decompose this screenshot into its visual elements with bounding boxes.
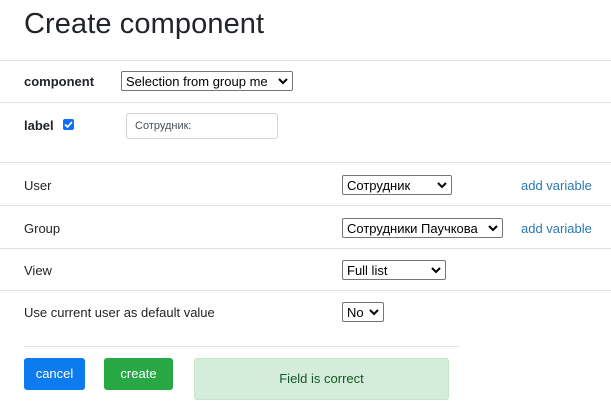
chevron-down-icon	[277, 74, 289, 88]
chevron-down-icon	[436, 178, 448, 192]
divider	[0, 205, 611, 206]
chevron-down-icon	[430, 263, 442, 277]
divider	[0, 60, 611, 61]
cancel-button[interactable]: cancel	[24, 358, 85, 390]
divider	[24, 346, 459, 347]
view-select[interactable]: Full list	[342, 260, 446, 280]
create-button[interactable]: create	[104, 358, 173, 390]
divider	[0, 102, 611, 103]
page-title: Create component	[24, 8, 265, 40]
label-text-input[interactable]: Сотрудник:	[126, 113, 278, 139]
chevron-down-icon	[487, 221, 499, 235]
user-add-variable-link[interactable]: add variable	[521, 178, 592, 193]
divider	[0, 290, 611, 291]
label-label: label	[24, 118, 54, 133]
component-label: component	[24, 74, 95, 89]
divider	[0, 248, 611, 249]
chevron-down-icon	[368, 305, 380, 319]
group-select-value: Сотрудники Паучкова	[347, 221, 478, 236]
status-alert: Field is correct	[194, 358, 449, 400]
label-checkbox[interactable]	[63, 119, 74, 130]
default-value-select-value: No	[347, 305, 364, 320]
view-label: View	[24, 263, 52, 278]
default-value-label: Use current user as default value	[24, 305, 215, 320]
group-add-variable-link[interactable]: add variable	[521, 221, 592, 236]
group-label: Group	[24, 221, 61, 236]
default-value-select[interactable]: No	[342, 302, 384, 322]
user-select-value: Сотрудник	[347, 178, 411, 193]
user-select[interactable]: Сотрудник	[342, 175, 452, 195]
user-label: User	[24, 178, 52, 193]
check-icon	[64, 121, 73, 129]
divider	[0, 162, 611, 163]
component-select[interactable]: Selection from group me	[121, 71, 293, 91]
group-select[interactable]: Сотрудники Паучкова	[342, 218, 503, 238]
view-select-value: Full list	[347, 263, 388, 278]
component-select-value: Selection from group me	[126, 74, 268, 89]
